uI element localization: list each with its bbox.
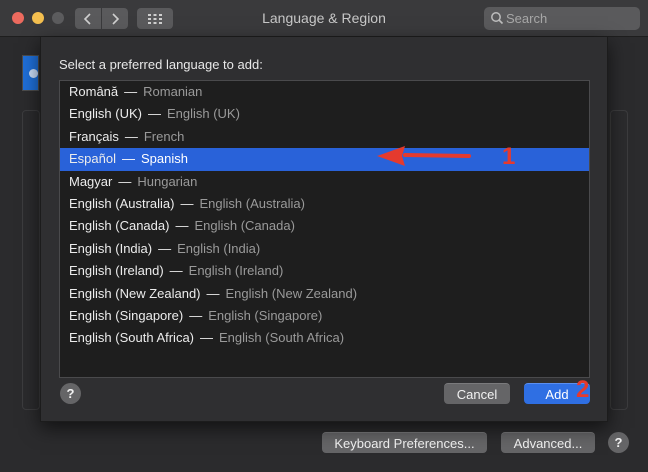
language-option[interactable]: Română — Romanian xyxy=(60,81,589,103)
add-language-sheet: Select a preferred language to add: Româ… xyxy=(40,37,608,422)
annotation-arrow-icon xyxy=(377,146,471,166)
close-window-button[interactable] xyxy=(12,12,24,24)
language-native-name: Español xyxy=(69,151,116,167)
language-native-name: English (India) xyxy=(69,240,153,256)
minimize-window-button[interactable] xyxy=(32,12,44,24)
language-separator: — xyxy=(200,330,214,346)
chevron-right-icon xyxy=(112,12,120,25)
language-native-name: Magyar xyxy=(69,173,113,189)
show-all-button[interactable] xyxy=(137,8,173,29)
language-separator: — xyxy=(118,173,132,189)
language-english-name: English (UK) xyxy=(166,106,240,122)
language-separator: — xyxy=(121,151,135,167)
search-input[interactable] xyxy=(506,7,634,30)
language-english-name: Romanian xyxy=(143,84,203,99)
back-button[interactable] xyxy=(75,8,101,29)
language-separator: — xyxy=(158,240,172,256)
language-option[interactable]: English (New Zealand) — English (New Zeala… xyxy=(60,283,589,305)
language-native-name: English (New Zealand) xyxy=(69,285,201,301)
zoom-window-button[interactable] xyxy=(52,12,64,24)
language-region-icon xyxy=(22,55,39,91)
help-button[interactable]: ? xyxy=(608,432,629,453)
language-native-name: English (UK) xyxy=(69,106,142,122)
language-english-name: English (Australia) xyxy=(199,195,306,211)
language-option[interactable]: English (Ireland) — English (Ireland) xyxy=(60,260,589,282)
language-option[interactable]: English (Australia) — English (Australia) xyxy=(60,193,589,215)
grid-icon xyxy=(148,13,162,24)
globe-icon xyxy=(29,69,38,78)
window-title: Language & Region xyxy=(262,10,386,26)
advanced-button[interactable]: Advanced... xyxy=(501,432,595,453)
language-option[interactable]: Magyar — Hungarian xyxy=(60,171,589,193)
language-english-name: English (India) xyxy=(177,240,261,256)
language-native-name: English (South Africa) xyxy=(69,330,195,346)
language-option[interactable]: English (UK) — English (UK) xyxy=(60,103,589,125)
keyboard-preferences-button[interactable]: Keyboard Preferences... xyxy=(322,432,487,453)
language-english-name: English (Canada) xyxy=(194,218,295,234)
language-separator: — xyxy=(124,128,138,144)
language-separator: — xyxy=(169,263,183,279)
language-native-name: English (Singapore) xyxy=(69,307,184,323)
language-native-name: English (Ireland) xyxy=(69,263,164,279)
language-native-name: English (Australia) xyxy=(69,195,175,211)
language-list[interactable]: Română — Romanian English (UK) — English (UK)… xyxy=(59,80,590,378)
language-english-name: English (South Africa) xyxy=(219,330,345,346)
language-separator: — xyxy=(124,84,138,99)
language-english-name: French xyxy=(143,128,185,144)
language-english-name: Hungarian xyxy=(137,173,198,189)
language-option[interactable]: English (Canada) — English (Canada) xyxy=(60,215,589,237)
cancel-button[interactable]: Cancel xyxy=(444,383,510,404)
preferred-languages-panel xyxy=(22,110,40,410)
region-settings-panel xyxy=(610,110,628,410)
annotation-step-2: 2 xyxy=(576,376,590,403)
language-separator: — xyxy=(175,218,189,234)
language-english-name: English (Singapore) xyxy=(208,307,323,323)
language-separator: — xyxy=(180,195,194,211)
chevron-left-icon xyxy=(83,12,91,25)
language-separator: — xyxy=(189,307,203,323)
forward-button[interactable] xyxy=(102,8,128,29)
language-separator: — xyxy=(206,285,220,301)
sheet-prompt: Select a preferred language to add: xyxy=(59,57,263,72)
language-native-name: English (Canada) xyxy=(69,218,170,234)
language-native-name: Română xyxy=(69,84,119,99)
language-option[interactable]: English (Singapore) — English (Singapore) xyxy=(60,305,589,327)
annotation-step-1: 1 xyxy=(502,143,516,170)
sheet-help-button[interactable]: ? xyxy=(60,383,81,404)
language-english-name: English (Ireland) xyxy=(188,263,284,279)
search-icon xyxy=(491,12,504,25)
language-native-name: Français xyxy=(69,128,119,144)
language-option[interactable]: English (India) — English (India) xyxy=(60,238,589,260)
language-separator: — xyxy=(147,106,161,122)
language-english-name: English (New Zealand) xyxy=(225,285,358,301)
language-english-name: Spanish xyxy=(140,151,188,167)
title-bar: Language & Region xyxy=(0,0,648,37)
search-field[interactable] xyxy=(484,7,640,30)
language-option[interactable]: English (South Africa) — English (South Af… xyxy=(60,327,589,349)
